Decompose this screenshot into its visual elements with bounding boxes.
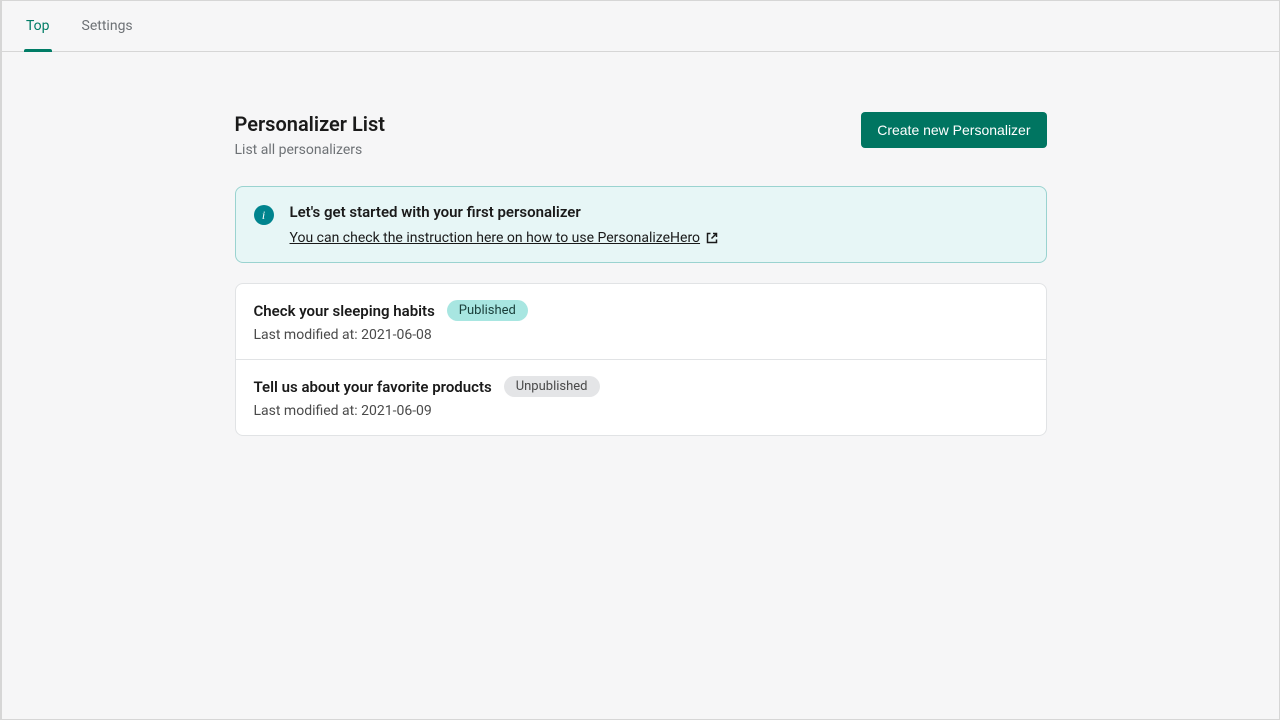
page-subtitle: List all personalizers bbox=[235, 142, 385, 158]
status-badge: Unpublished bbox=[504, 376, 600, 397]
tab-top[interactable]: Top bbox=[24, 1, 52, 51]
banner-title: Let's get started with your first person… bbox=[290, 203, 1028, 221]
page-header: Personalizer List List all personalizers… bbox=[235, 112, 1047, 158]
modified-date: 2021-06-08 bbox=[361, 327, 432, 343]
personalizer-list: Check your sleeping habits Published Las… bbox=[235, 283, 1047, 436]
info-icon: i bbox=[254, 205, 274, 225]
modified-label: Last modified at: bbox=[254, 327, 362, 343]
list-item-header: Check your sleeping habits Published bbox=[254, 300, 1028, 321]
page-header-text: Personalizer List List all personalizers bbox=[235, 112, 385, 158]
create-personalizer-button[interactable]: Create new Personalizer bbox=[861, 112, 1046, 148]
external-link-icon bbox=[706, 232, 718, 244]
tab-bar: Top Settings bbox=[2, 1, 1279, 52]
instruction-link[interactable]: You can check the instruction here on ho… bbox=[290, 230, 719, 246]
list-item-header: Tell us about your favorite products Unp… bbox=[254, 376, 1028, 397]
list-item[interactable]: Tell us about your favorite products Unp… bbox=[236, 360, 1046, 435]
app-frame: Top Settings Personalizer List List all … bbox=[0, 0, 1280, 720]
list-item-title: Check your sleeping habits bbox=[254, 302, 435, 320]
modified-label: Last modified at: bbox=[254, 403, 362, 419]
list-item-modified: Last modified at: 2021-06-09 bbox=[254, 403, 1028, 419]
main-content: Personalizer List List all personalizers… bbox=[235, 52, 1047, 436]
list-item[interactable]: Check your sleeping habits Published Las… bbox=[236, 284, 1046, 360]
instruction-link-text: You can check the instruction here on ho… bbox=[290, 230, 701, 246]
list-item-modified: Last modified at: 2021-06-08 bbox=[254, 327, 1028, 343]
getting-started-banner: i Let's get started with your first pers… bbox=[235, 186, 1047, 263]
list-item-title: Tell us about your favorite products bbox=[254, 378, 492, 396]
page-title: Personalizer List bbox=[235, 112, 385, 136]
tab-settings[interactable]: Settings bbox=[80, 1, 135, 51]
status-badge: Published bbox=[447, 300, 528, 321]
modified-date: 2021-06-09 bbox=[361, 403, 432, 419]
banner-body: Let's get started with your first person… bbox=[290, 203, 1028, 246]
